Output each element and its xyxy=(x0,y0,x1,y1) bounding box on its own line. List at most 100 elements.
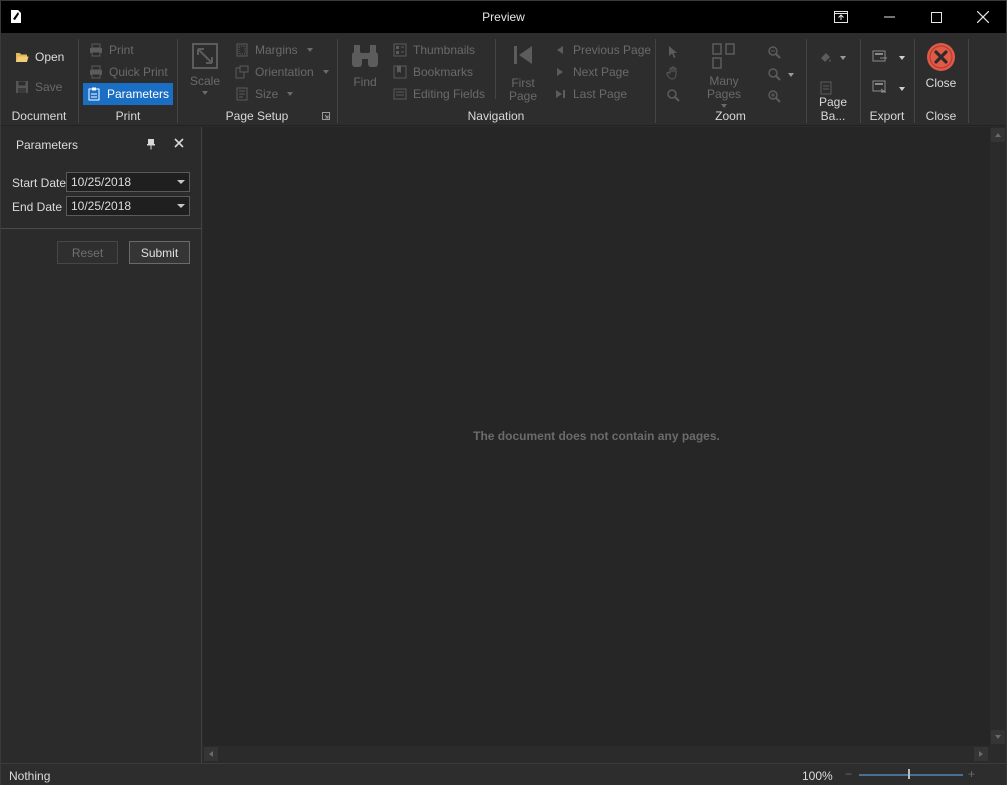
group-label-export: Export xyxy=(869,109,905,123)
many-pages-button[interactable]: Many Pages xyxy=(692,43,756,108)
quick-print-button[interactable]: Quick Print xyxy=(85,62,172,82)
print-label: Print xyxy=(109,43,134,57)
zoom-out-button[interactable]: − xyxy=(845,767,852,781)
many-pages-dropdown-icon xyxy=(721,104,727,108)
zoom-out-icon[interactable] xyxy=(767,45,781,59)
parameters-button[interactable]: Parameters xyxy=(83,83,173,105)
margins-button[interactable]: Margins xyxy=(231,40,317,60)
scroll-left-button[interactable] xyxy=(204,747,218,761)
send-dropdown-icon[interactable] xyxy=(899,87,905,91)
many-pages-label: Many Pages xyxy=(706,74,742,101)
export-dropdown-icon[interactable] xyxy=(899,56,905,60)
send-icon[interactable] xyxy=(872,80,888,94)
scale-button[interactable]: Scale xyxy=(186,43,224,95)
margins-icon xyxy=(236,43,248,57)
end-date-picker[interactable]: 10/25/2018 xyxy=(66,196,190,216)
editing-fields-icon xyxy=(393,88,407,100)
first-page-label-line2: Page xyxy=(508,89,538,103)
zoom-dropdown-icon[interactable] xyxy=(788,73,794,77)
start-date-value: 10/25/2018 xyxy=(71,175,132,189)
chevron-down-icon[interactable] xyxy=(177,180,185,184)
maximize-button[interactable] xyxy=(913,1,959,33)
scroll-up-button[interactable] xyxy=(991,128,1005,142)
ribbon-inner-separator xyxy=(495,39,496,99)
orientation-button[interactable]: Orientation xyxy=(231,62,333,82)
margins-label: Margins xyxy=(255,43,298,57)
maximize-icon xyxy=(930,11,942,23)
parameters-icon xyxy=(88,87,100,101)
ribbon-group-page-background: Page Ba... xyxy=(807,37,859,125)
group-label-navigation: Navigation xyxy=(467,109,525,123)
end-date-label: End Date xyxy=(12,200,63,214)
panel-close-icon[interactable] xyxy=(173,137,185,149)
bookmarks-button[interactable]: Bookmarks xyxy=(389,62,477,82)
close-icon xyxy=(977,11,989,23)
zoom-icon[interactable] xyxy=(767,67,781,81)
scroll-right-icon xyxy=(979,751,983,757)
many-pages-icon xyxy=(712,43,735,69)
page-color-dropdown-icon[interactable] xyxy=(840,56,846,60)
float-window-icon xyxy=(834,11,848,23)
close-window-button[interactable] xyxy=(960,1,1006,33)
size-label: Size xyxy=(255,87,279,101)
horizontal-scrollbar[interactable] xyxy=(203,746,990,762)
zoom-slider-track[interactable] xyxy=(859,774,963,776)
bookmarks-label: Bookmarks xyxy=(413,65,474,79)
close-preview-button[interactable]: Close xyxy=(921,42,961,90)
pointer-tool-icon[interactable] xyxy=(667,45,679,59)
find-label: Find xyxy=(353,75,377,89)
ribbon-separator xyxy=(968,39,969,123)
restore-to-tab-button[interactable] xyxy=(818,1,864,33)
start-date-picker[interactable]: 10/25/2018 xyxy=(66,172,190,192)
binoculars-icon xyxy=(352,45,378,67)
submit-button[interactable]: Submit xyxy=(129,241,190,264)
zoom-in-button[interactable]: + xyxy=(968,767,975,781)
reset-button[interactable]: Reset xyxy=(57,241,118,264)
first-page-button[interactable]: First Page xyxy=(504,43,542,103)
scroll-up-icon xyxy=(995,133,1001,137)
minimize-icon xyxy=(883,16,895,18)
document-viewer[interactable]: The document does not contain any pages. xyxy=(203,127,990,746)
pin-icon[interactable] xyxy=(146,138,156,150)
scroll-down-button[interactable] xyxy=(991,730,1005,744)
chevron-down-icon[interactable] xyxy=(177,204,185,208)
save-button[interactable]: Save xyxy=(11,77,66,97)
group-label-zoom: Zoom xyxy=(715,109,746,123)
status-text: Nothing xyxy=(9,769,51,783)
group-label-document: Document xyxy=(11,109,67,123)
last-page-button[interactable]: Last Page xyxy=(549,84,631,104)
watermark-icon[interactable] xyxy=(820,81,832,95)
find-button[interactable]: Find xyxy=(346,43,384,89)
printer-icon xyxy=(90,43,102,57)
folder-open-icon xyxy=(16,53,29,62)
preview-window: Preview Open Save Document Print Quick P… xyxy=(0,0,1007,785)
editing-fields-button[interactable]: Editing Fields xyxy=(389,84,489,104)
zoom-slider-thumb[interactable] xyxy=(908,769,910,779)
thumbnails-label: Thumbnails xyxy=(413,43,476,57)
orientation-label: Orientation xyxy=(255,65,314,79)
ribbon-group-navigation: Find Thumbnails Bookmarks Editing Fields… xyxy=(338,37,654,125)
quick-print-label: Quick Print xyxy=(109,65,168,79)
ribbon: Open Save Document Print Quick Print Par… xyxy=(1,33,1006,126)
previous-page-button[interactable]: Previous Page xyxy=(549,40,655,60)
scroll-right-button[interactable] xyxy=(974,747,988,761)
bookmarks-icon xyxy=(393,65,407,79)
dialog-launcher-icon[interactable] xyxy=(322,112,330,120)
thumbnails-button[interactable]: Thumbnails xyxy=(389,40,479,60)
open-button[interactable]: Open xyxy=(11,47,68,67)
minimize-button[interactable] xyxy=(866,1,912,33)
ribbon-group-zoom: Many Pages Zoom xyxy=(656,37,805,125)
quick-printer-icon xyxy=(90,65,102,79)
size-dropdown-icon xyxy=(287,92,294,96)
vertical-scrollbar[interactable] xyxy=(990,127,1006,746)
size-button[interactable]: Size xyxy=(231,84,297,104)
hand-tool-icon[interactable] xyxy=(666,66,680,80)
zoom-in-icon[interactable] xyxy=(767,89,781,103)
ribbon-group-export: Export xyxy=(861,37,913,125)
print-button[interactable]: Print xyxy=(85,40,138,60)
ribbon-group-document: Open Save Document xyxy=(1,37,77,125)
page-color-icon[interactable] xyxy=(819,50,833,64)
next-page-button[interactable]: Next Page xyxy=(549,62,633,82)
export-icon[interactable] xyxy=(872,50,888,64)
magnifier-tool-icon[interactable] xyxy=(666,88,680,102)
